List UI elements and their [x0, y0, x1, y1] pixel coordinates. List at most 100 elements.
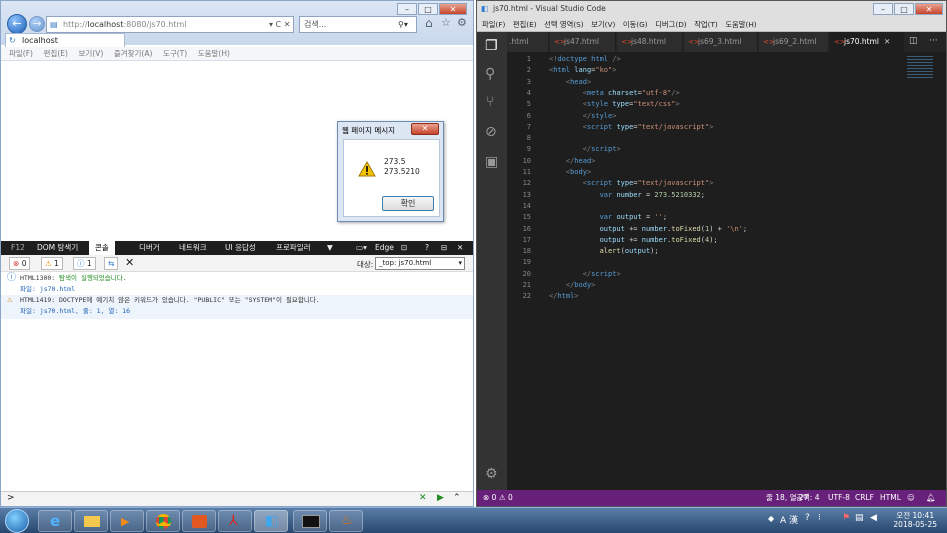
menu-tools[interactable]: 도구(T)	[163, 47, 187, 61]
run-icon[interactable]: ▶	[437, 493, 444, 503]
console-input[interactable]: > ✕ ▶ ⌃	[1, 491, 473, 506]
java-taskbar-icon[interactable]: ♨	[329, 510, 363, 532]
tab-html[interactable]: .html	[507, 32, 549, 52]
vs-maximize-button[interactable]: □	[894, 3, 914, 15]
dialog-close-button[interactable]: ✕	[411, 123, 439, 135]
explorer-icon[interactable]: ❐	[485, 38, 498, 54]
tab-localhost[interactable]: ↻ localhost	[5, 33, 125, 47]
more-actions-icon[interactable]: ···	[929, 36, 938, 46]
help-icon[interactable]: ?	[425, 241, 429, 255]
emulation-icon[interactable]: ▭▾	[356, 241, 367, 255]
volume-icon[interactable]: ◀	[870, 513, 877, 523]
app-taskbar-icon[interactable]	[182, 510, 216, 532]
chrome-taskbar-icon[interactable]	[146, 510, 180, 532]
indentation[interactable]: 공백: 4	[796, 490, 819, 506]
ie-maximize-button[interactable]: □	[418, 3, 438, 15]
ok-button[interactable]: 확인	[382, 196, 434, 211]
more-tabs-icon[interactable]: ▼	[327, 241, 333, 255]
address-bar[interactable]: ▤ http://localhost:8080/js70.html ▾ C ✕	[46, 16, 294, 33]
clear-console-icon[interactable]: ✕	[125, 256, 134, 269]
media-player-taskbar-icon[interactable]: ▶	[110, 510, 144, 532]
info-filter[interactable]: ⓘ 1	[73, 257, 96, 270]
forward-button[interactable]: →	[29, 16, 45, 32]
manage-gear-icon[interactable]: ⚙	[485, 466, 498, 482]
menu-edit[interactable]: 편집(E)	[44, 47, 68, 61]
settings-gear-icon[interactable]: ⚙	[457, 16, 467, 29]
tab-debugger[interactable]: 디버거	[139, 241, 160, 255]
tab-js69-3[interactable]: <> js69_3.html	[684, 32, 758, 52]
search-input[interactable]: 검색... ⚲▾	[299, 16, 417, 33]
error-filter[interactable]: ⊗ 0	[9, 257, 31, 270]
devtools-close-icon[interactable]: ✕	[457, 241, 463, 255]
start-button[interactable]	[5, 509, 29, 533]
back-button[interactable]: ←	[7, 14, 27, 34]
target-select[interactable]: _top: js70.html ▾	[375, 257, 465, 270]
tab-profiler[interactable]: 프로파일러	[276, 241, 311, 255]
search-icon[interactable]: ⚲▾	[398, 17, 408, 32]
minimap[interactable]	[907, 56, 933, 78]
tray-arrow-icon[interactable]: ◆	[768, 514, 774, 523]
search-icon[interactable]: ⚲	[485, 66, 495, 82]
encoding[interactable]: UTF-8	[828, 490, 850, 506]
line-ending[interactable]: CRLF	[855, 490, 874, 506]
code-editor[interactable]: 1 2 3 4 5 6 7 8 9 10 11 12 13 14 15 16 17 18 19 20 21 22 <!do…	[507, 52, 946, 490]
network-icon[interactable]: ▤	[855, 513, 864, 523]
ie-minimize-button[interactable]: –	[397, 3, 417, 15]
split-editor-icon[interactable]: ◫	[909, 36, 918, 46]
home-icon[interactable]: ⌂	[425, 16, 433, 30]
tab-ui-responsiveness[interactable]: UI 응답성	[225, 241, 256, 255]
debug-icon[interactable]: ⊘	[485, 124, 497, 140]
tab-js48[interactable]: <> js48.html	[617, 32, 683, 52]
ime-help-icon[interactable]: ?	[805, 513, 810, 523]
warning-filter[interactable]: ⚠ 1	[41, 257, 63, 270]
clear-input-icon[interactable]: ✕	[419, 493, 427, 503]
feedback-smiley-icon[interactable]: ☺	[907, 490, 915, 506]
explorer-taskbar-icon[interactable]	[74, 510, 108, 532]
menu-file[interactable]: 파일(F)	[482, 17, 505, 32]
console-prompt-icon[interactable]: ⊡	[401, 241, 407, 255]
tab-dom-explorer[interactable]: DOM 탐색기	[37, 241, 78, 255]
message-source-link[interactable]: 파일: js70.html	[20, 284, 75, 295]
favorites-icon[interactable]: ☆	[441, 16, 451, 29]
message-source-link[interactable]: 파일: js70.html, 줄: 1, 열: 16	[20, 306, 130, 317]
clear-on-navigate-icon[interactable]: ⇆	[104, 257, 119, 270]
emulation-mode[interactable]: Edge	[375, 241, 394, 255]
address-dropdown-icon[interactable]: ▾ C ✕	[269, 17, 290, 32]
menu-favorites[interactable]: 즐겨찾기(A)	[114, 47, 153, 61]
menu-help[interactable]: 도움말(H)	[725, 17, 756, 32]
undock-icon[interactable]: ⊟	[441, 241, 447, 255]
ie-taskbar-icon[interactable]: e	[38, 510, 72, 532]
source-control-icon[interactable]: ⑂	[486, 94, 494, 110]
cmd-taskbar-icon[interactable]	[293, 510, 327, 532]
tab-js47[interactable]: <> js47.html	[550, 32, 616, 52]
menu-view[interactable]: 보기(V)	[78, 47, 103, 61]
action-center-flag-icon[interactable]: ⚑	[842, 513, 850, 523]
vscode-taskbar-icon[interactable]: ◧	[254, 510, 288, 532]
problems-indicator[interactable]: ⊗ 0 ⚠ 0	[483, 490, 513, 506]
acrobat-taskbar-icon[interactable]: ⅄	[218, 510, 252, 532]
vs-close-button[interactable]: ✕	[915, 3, 943, 15]
tab-close-icon[interactable]: ✕	[884, 37, 890, 46]
line-number: 22	[522, 292, 531, 301]
menu-selection[interactable]: 선택 영역(S)	[544, 17, 584, 32]
menu-file[interactable]: 파일(F)	[9, 47, 33, 61]
ie-close-button[interactable]: ✕	[439, 3, 467, 15]
system-clock[interactable]: 오전 10:41 2018-05-25	[893, 511, 937, 529]
menu-edit[interactable]: 편집(E)	[513, 17, 537, 32]
expand-icon[interactable]: ⌃	[453, 493, 461, 503]
ime-settings-icon[interactable]: ⁝	[818, 513, 821, 523]
tab-console[interactable]: 콘솔	[89, 241, 115, 255]
tab-js70[interactable]: <> js70.html ✕	[830, 32, 904, 52]
ime-indicator[interactable]: A 漢	[780, 513, 798, 526]
menu-go[interactable]: 이동(G)	[623, 17, 648, 32]
menu-help[interactable]: 도움말(H)	[198, 47, 230, 61]
tab-js69-2[interactable]: <> js69_2.html	[759, 32, 829, 52]
extensions-icon[interactable]: ▣	[485, 154, 498, 170]
language-mode[interactable]: HTML	[880, 490, 901, 506]
menu-tasks[interactable]: 작업(T)	[694, 17, 718, 32]
tab-network[interactable]: 네트워크	[179, 241, 207, 255]
menu-debug[interactable]: 디버그(D)	[655, 17, 686, 32]
vs-minimize-button[interactable]: –	[873, 3, 893, 15]
menu-view[interactable]: 보기(V)	[591, 17, 615, 32]
notifications-bell-icon[interactable]: 🔔︎	[926, 490, 936, 506]
